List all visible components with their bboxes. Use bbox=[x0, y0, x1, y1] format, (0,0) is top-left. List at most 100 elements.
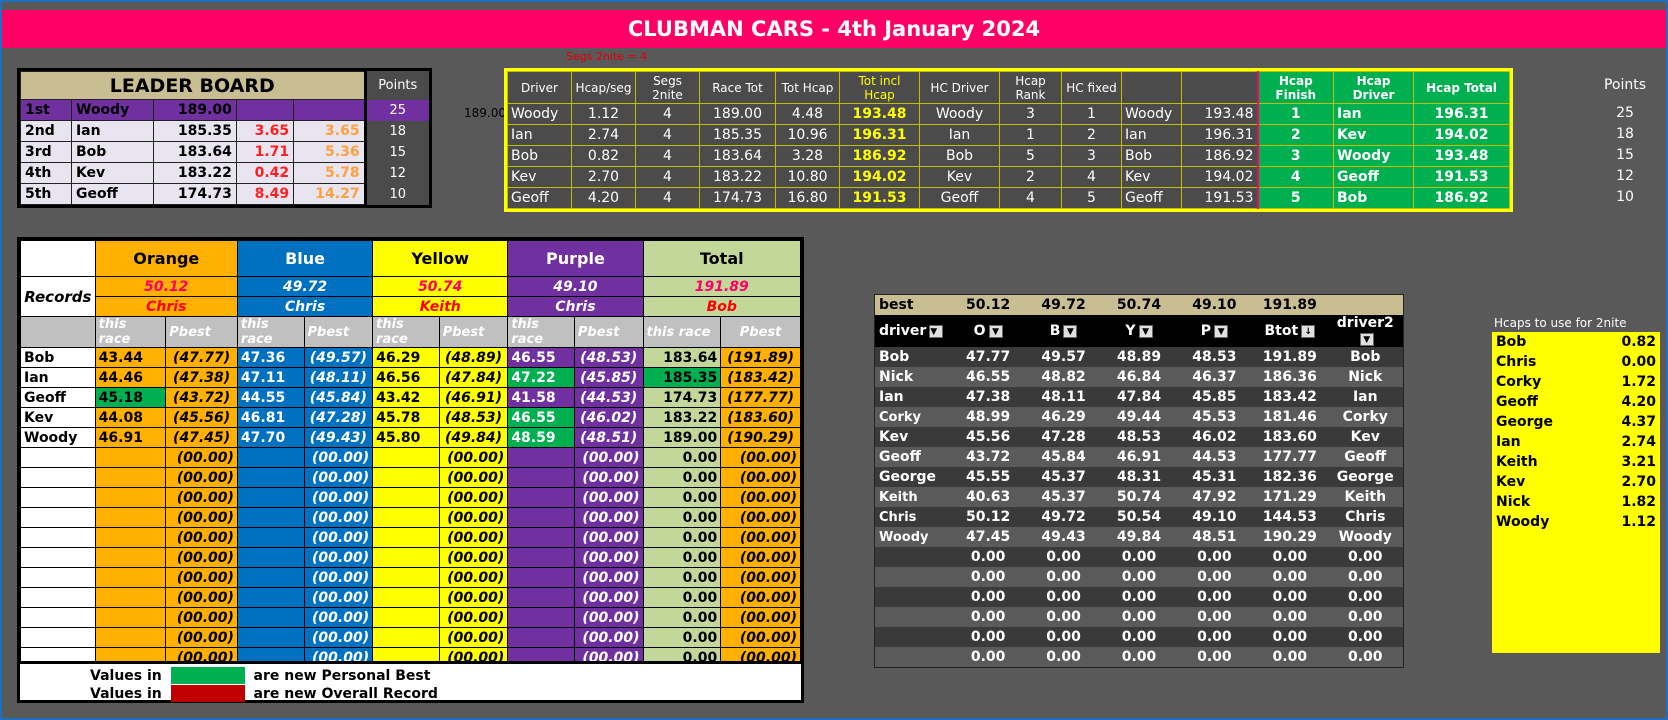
records-pbest: (00.00) bbox=[303, 567, 374, 588]
records-this-race bbox=[94, 547, 167, 568]
records-pbest: (00.00) bbox=[573, 627, 644, 648]
best-cell: 0.00 bbox=[1025, 627, 1102, 647]
best-cell: 40.63 bbox=[950, 487, 1026, 507]
best-header-cell: 50.74 bbox=[1101, 295, 1177, 315]
records-this-race: 47.70 bbox=[236, 427, 305, 448]
leader-board-row: 2nd Ian 185.35 3.65 3.65 18 bbox=[20, 120, 429, 142]
records-row: Geoff 45.18 (43.72) 44.55 (45.84) 43.42 (46.91… bbox=[20, 387, 801, 408]
best-cell: 0.00 bbox=[950, 607, 1026, 627]
best-cell: 47.38 bbox=[950, 387, 1026, 407]
results-cell: 174.73 bbox=[699, 187, 776, 209]
records-this-race bbox=[372, 487, 440, 508]
best-cell: 182.36 bbox=[1252, 467, 1328, 487]
best-cell: 0.00 bbox=[950, 567, 1026, 587]
filter-dropdown-icon[interactable]: ▼ bbox=[1138, 324, 1153, 338]
filter-dropdown-icon[interactable]: ▼ bbox=[1063, 324, 1078, 338]
hcap-value: 1.82 bbox=[1621, 494, 1656, 510]
records-this-race bbox=[372, 467, 440, 488]
best-cell: 183.42 bbox=[1252, 387, 1328, 407]
records-pbest: (00.00) bbox=[165, 547, 238, 568]
filter-dropdown-icon[interactable]: ↓ bbox=[1301, 324, 1316, 338]
best-times-table: best 50.12 49.72 50.74 49.10 191.89 driver ▼ O ▼ B… bbox=[874, 294, 1404, 668]
records-pbest: (00.00) bbox=[720, 447, 801, 468]
filter-dropdown-icon[interactable]: ▼ bbox=[929, 324, 944, 338]
records-this-race bbox=[94, 587, 167, 608]
filter-dropdown-icon[interactable]: ▼ bbox=[988, 324, 1003, 338]
best-cell: 0.00 bbox=[1327, 647, 1403, 667]
best-cell: 45.55 bbox=[950, 467, 1026, 487]
records-this-race: 0.00 bbox=[642, 587, 722, 608]
records-subheader: Pbest bbox=[573, 316, 644, 348]
records-this-race: 0.00 bbox=[642, 547, 722, 568]
records-this-race: 46.55 bbox=[507, 347, 575, 368]
results-header: Segs 2nite bbox=[635, 71, 700, 104]
records-this-race bbox=[372, 607, 440, 628]
results-points-value: 12 bbox=[1616, 168, 1634, 184]
hcaps-title: Hcaps to use for 2nite bbox=[1494, 316, 1627, 330]
results-cell: Kev bbox=[1121, 166, 1182, 188]
records-pbest: (44.53) bbox=[573, 387, 644, 408]
results-cell: Bob bbox=[919, 145, 1000, 167]
best-header-row: best 50.12 49.72 50.74 49.10 191.89 bbox=[875, 295, 1403, 315]
best-cell: 0.00 bbox=[1327, 627, 1403, 647]
results-cell: Geoff bbox=[1121, 187, 1182, 209]
results-header: Hcap Driver bbox=[1333, 71, 1414, 104]
records-subheader: this race bbox=[236, 316, 305, 348]
records-subheader-blank bbox=[20, 316, 96, 348]
records-pbest: (45.85) bbox=[573, 367, 644, 388]
record-value: 49.10 bbox=[507, 276, 644, 297]
results-cell: 16.80 bbox=[775, 187, 840, 209]
records-table: Orange Blue Yellow Purple Total Records 50.12 4… bbox=[17, 237, 804, 671]
best-column-header: driver2▼ bbox=[1327, 315, 1403, 347]
records-this-race: 45.18 bbox=[94, 387, 167, 408]
hcap-value: 3.21 bbox=[1621, 454, 1656, 470]
best-cell: 46.02 bbox=[1176, 427, 1253, 447]
best-cell: 0.00 bbox=[1101, 587, 1177, 607]
best-cell: Chris bbox=[875, 507, 951, 527]
best-empty-row: 0.00 0.00 0.00 0.00 0.00 0.00 bbox=[875, 567, 1403, 587]
leader-points: 25 bbox=[363, 99, 429, 121]
records-row: Woody 46.91 (47.45) 47.70 (49.43) 45.80 (49.84… bbox=[20, 427, 801, 448]
hcap-driver: Geoff bbox=[1496, 394, 1538, 410]
best-column-label: driver bbox=[879, 323, 927, 339]
results-points-value: 18 bbox=[1616, 126, 1634, 142]
best-cell: 45.84 bbox=[1025, 447, 1102, 467]
hcap-row: Chris 0.00 bbox=[1492, 352, 1660, 372]
best-cell: 45.85 bbox=[1176, 387, 1253, 407]
records-column-header: Yellow bbox=[372, 240, 509, 277]
best-cell: Keith bbox=[875, 487, 951, 507]
best-row: Geoff 43.72 45.84 46.91 44.53 177.77 Geoff bbox=[875, 447, 1403, 467]
records-pbest: (45.84) bbox=[303, 387, 374, 408]
leader-name: Kev bbox=[70, 162, 154, 184]
results-points-value: 10 bbox=[1616, 189, 1634, 205]
filter-dropdown-icon[interactable]: ▼ bbox=[1359, 332, 1374, 346]
best-cell: 186.36 bbox=[1252, 367, 1328, 387]
results-header: Hcap Total bbox=[1413, 71, 1510, 104]
best-column-header: Btot ↓ bbox=[1252, 315, 1328, 347]
results-header: Race Tot bbox=[699, 71, 776, 104]
results-cell: 2 bbox=[1256, 124, 1334, 146]
records-pbest: (00.00) bbox=[720, 547, 801, 568]
best-header-cell bbox=[1327, 295, 1403, 315]
records-header-row: Orange Blue Yellow Purple Total bbox=[20, 240, 802, 277]
records-column-header: Blue bbox=[236, 240, 374, 277]
results-row: Bob 0.82 4 183.64 3.28 186.92 Bob 5 3 Bob 186.92 3 W… bbox=[507, 145, 1510, 167]
best-header-cell: 191.89 bbox=[1252, 295, 1328, 315]
leader-points: 10 bbox=[363, 183, 429, 205]
results-cell: Geoff bbox=[919, 187, 1000, 209]
best-cell: 0.00 bbox=[1101, 647, 1177, 667]
record-value: 191.89 bbox=[642, 276, 802, 297]
hcap-value: 0.00 bbox=[1621, 354, 1656, 370]
best-cell: 183.60 bbox=[1252, 427, 1328, 447]
records-driver bbox=[20, 547, 96, 568]
best-cell: George bbox=[1327, 467, 1403, 487]
best-cell: Ian bbox=[1327, 387, 1403, 407]
records-column-header: Purple bbox=[507, 240, 644, 277]
record-value: 50.12 bbox=[94, 276, 238, 297]
best-cell: 48.99 bbox=[950, 407, 1026, 427]
filter-dropdown-icon[interactable]: ▼ bbox=[1214, 324, 1229, 338]
best-cell: Kev bbox=[875, 427, 951, 447]
records-pbest: (49.57) bbox=[303, 347, 374, 368]
results-points-label: Points bbox=[1603, 77, 1647, 93]
best-cell: 46.55 bbox=[950, 367, 1026, 387]
